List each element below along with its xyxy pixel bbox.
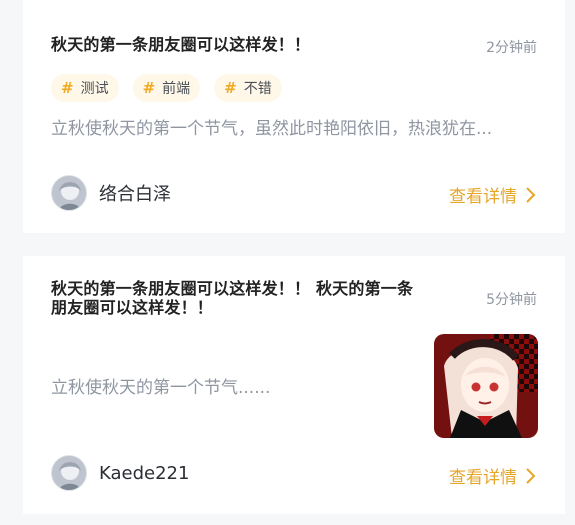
avatar[interactable] [51,455,87,491]
card-divider [23,514,565,525]
right-gutter [565,0,575,525]
author-name[interactable]: 络合白泽 [99,180,171,206]
avatar[interactable] [51,175,87,211]
post-card[interactable]: 秋天的第一条朋友圈可以这样发！！ 秋天的第一条朋友圈可以这样发！！ 5分钟前 立… [23,256,565,514]
post-feed: 秋天的第一条朋友圈可以这样发！！ 2分钟前 # 测试 # 前端 # 不错 立秋使… [23,0,565,525]
view-details-link[interactable]: 查看详情 [449,182,537,207]
left-gutter [0,0,23,525]
tag-chip[interactable]: # 不错 [214,74,282,102]
post-title[interactable]: 秋天的第一条朋友圈可以这样发！！ [51,37,441,53]
post-time: 5分钟前 [486,292,537,308]
tag-chip[interactable]: # 测试 [51,74,119,102]
post-title[interactable]: 秋天的第一条朋友圈可以这样发！！ 秋天的第一条朋友圈可以这样发！！ [51,279,419,317]
tag-chip[interactable]: # 前端 [132,74,201,102]
tag-list: # 测试 # 前端 # 不错 [51,74,282,102]
thumbnail-illustration [434,334,538,438]
hash-icon: # [224,78,237,97]
chevron-right-icon [526,467,536,484]
avatar-image [52,456,86,490]
post-excerpt: 立秋使秋天的第一个节气...... [51,378,271,398]
author-info[interactable]: 络合白泽 [51,175,171,211]
tag-label: 前端 [162,81,191,97]
post-card[interactable]: 秋天的第一条朋友圈可以这样发！！ 2分钟前 # 测试 # 前端 # 不错 立秋使… [23,0,565,233]
hash-icon: # [142,78,156,97]
view-details-label: 查看详情 [449,468,517,488]
avatar-image [52,176,86,210]
post-time: 2分钟前 [486,40,537,56]
view-details-link[interactable]: 查看详情 [449,463,537,488]
author-name[interactable]: Kaede221 [99,463,189,484]
card-divider [23,233,565,256]
author-info[interactable]: Kaede221 [51,455,189,491]
post-excerpt: 立秋使秋天的第一个节气，虽然此时艳阳依旧，热浪犹在... [51,119,493,139]
chevron-right-icon [526,186,536,203]
tag-label: 测试 [80,81,109,97]
view-details-label: 查看详情 [449,187,517,207]
post-thumbnail[interactable] [434,334,538,438]
tag-label: 不错 [243,81,272,97]
hash-icon: # [61,78,74,97]
